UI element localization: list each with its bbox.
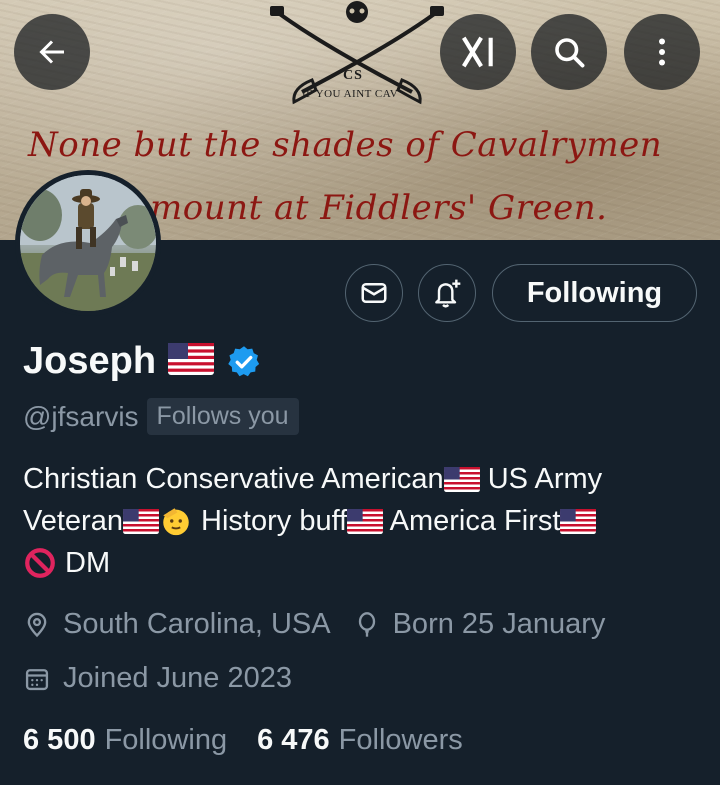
banner-quote-line-2: mount at Fiddlers' Green. bbox=[150, 188, 608, 228]
bio-text: Veteran bbox=[23, 505, 123, 537]
more-vertical-icon bbox=[659, 38, 665, 66]
bio-line-1: Christian Conservative American US Army bbox=[23, 458, 703, 500]
mail-icon bbox=[361, 283, 387, 303]
birthday-text: Born 25 January bbox=[392, 608, 606, 640]
following-stat[interactable]: 6 500 Following bbox=[23, 724, 227, 757]
search-icon bbox=[555, 38, 585, 68]
bio-text: History buff bbox=[192, 505, 348, 537]
profile-bio: Christian Conservative American US Army … bbox=[23, 458, 703, 584]
message-button[interactable] bbox=[345, 264, 403, 322]
prohibited-icon bbox=[25, 548, 55, 578]
banner-quote-line-1: None but the shades of Cavalrymen bbox=[28, 125, 663, 165]
us-flag-icon bbox=[123, 508, 159, 534]
followers-label: Followers bbox=[338, 724, 463, 756]
bell-plus-icon bbox=[435, 279, 461, 308]
followers-stat[interactable]: 6 476 Followers bbox=[257, 724, 463, 757]
calendar-icon bbox=[25, 668, 49, 690]
location: South Carolina, USA bbox=[23, 608, 331, 641]
search-button[interactable] bbox=[531, 14, 607, 90]
notifications-button[interactable] bbox=[418, 264, 476, 322]
bio-text: DM bbox=[57, 547, 111, 579]
following-count: 6 500 bbox=[23, 724, 96, 756]
arrow-left-icon bbox=[39, 40, 64, 64]
profile-meta-row-1: South Carolina, USA Born 25 January bbox=[23, 608, 605, 641]
profile-meta-row-2: Joined June 2023 bbox=[23, 662, 292, 695]
avatar[interactable] bbox=[15, 170, 161, 316]
us-flag-icon bbox=[443, 466, 480, 492]
banner-motto: IF YOU AINT CAV bbox=[302, 88, 399, 100]
following-button[interactable]: Following bbox=[492, 264, 697, 322]
birthday: Born 25 January bbox=[353, 608, 606, 641]
us-flag-icon bbox=[560, 508, 597, 534]
bio-text: Christian Conservative American bbox=[23, 463, 444, 495]
bio-text: US Army bbox=[479, 463, 603, 495]
bio-line-2: Veteran History buff America First bbox=[23, 500, 703, 542]
following-label: Following bbox=[104, 724, 228, 756]
balloon-icon bbox=[358, 611, 375, 637]
saluting-face-icon bbox=[163, 508, 189, 536]
us-flag-icon bbox=[168, 343, 215, 380]
back-button[interactable] bbox=[14, 14, 90, 90]
cavalryman-avatar bbox=[20, 175, 156, 311]
more-button[interactable] bbox=[624, 14, 700, 90]
avatar-illustration bbox=[20, 175, 156, 311]
grok-button[interactable] bbox=[440, 14, 516, 90]
location-text: South Carolina, USA bbox=[63, 608, 331, 640]
follow-stats: 6 500 Following 6 476 Followers bbox=[23, 724, 463, 757]
verified-badge-icon[interactable] bbox=[226, 344, 262, 380]
us-flag-icon bbox=[347, 508, 384, 534]
join-date: Joined June 2023 bbox=[23, 662, 292, 695]
follows-you-badge: Follows you bbox=[146, 398, 299, 435]
followers-count: 6 476 bbox=[257, 724, 330, 756]
grok-logo-icon bbox=[461, 36, 493, 68]
profile-name-row: Joseph bbox=[23, 340, 262, 383]
banner-cs-text: CS bbox=[343, 68, 363, 83]
location-pin-icon bbox=[27, 612, 47, 637]
handle-row: @jfsarvis Follows you bbox=[23, 398, 299, 435]
bio-line-3: DM bbox=[23, 542, 703, 584]
bio-text: America First bbox=[383, 505, 561, 537]
display-name: Joseph bbox=[23, 340, 157, 382]
join-date-text: Joined June 2023 bbox=[63, 662, 292, 694]
user-handle: @jfsarvis bbox=[23, 400, 139, 432]
